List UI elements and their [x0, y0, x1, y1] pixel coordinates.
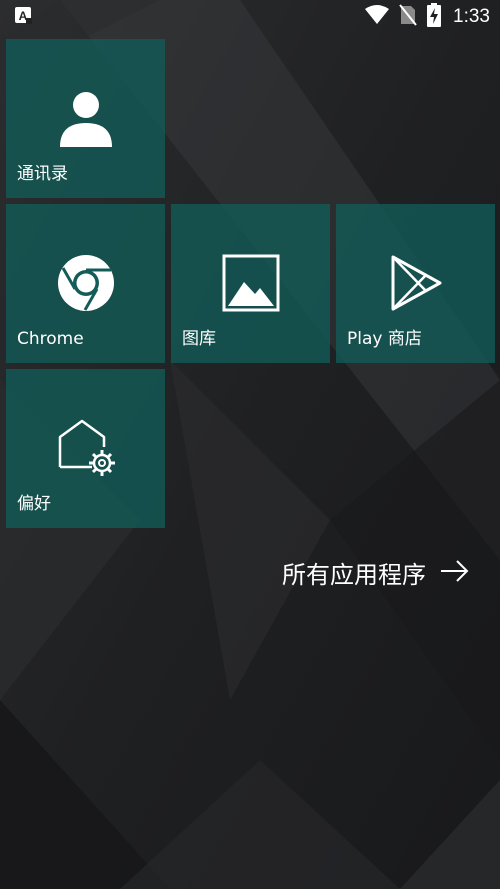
- tile-label: 图库: [182, 329, 216, 349]
- clock: 1:33: [453, 6, 490, 27]
- tile-gallery[interactable]: 图库: [171, 204, 330, 363]
- tile-contacts[interactable]: 通讯录: [6, 39, 165, 198]
- tile-label: Play 商店: [347, 329, 422, 349]
- arrow-right-icon: [440, 559, 470, 587]
- status-icons: 1:33: [365, 3, 490, 31]
- tile-label: Chrome: [17, 329, 84, 349]
- tile-play-store[interactable]: Play 商店: [336, 204, 495, 363]
- wifi-icon: [365, 5, 390, 29]
- tile-chrome[interactable]: Chrome: [6, 204, 165, 363]
- chrome-icon: [57, 254, 115, 316]
- battery-charging-icon: [427, 3, 442, 31]
- tile-label: 通讯录: [17, 164, 68, 184]
- house-settings-icon: [56, 419, 116, 481]
- no-sim-icon: [399, 4, 417, 30]
- tile-preferences[interactable]: 偏好: [6, 369, 165, 528]
- contact-person-icon: [58, 89, 114, 153]
- play-store-icon: [390, 254, 442, 316]
- gallery-picture-icon: [222, 254, 280, 316]
- tile-label: 偏好: [17, 494, 51, 514]
- accessibility-a-icon: A: [14, 6, 36, 28]
- all-apps-label: 所有应用程序: [282, 561, 426, 589]
- all-apps-button[interactable]: 所有应用程序: [282, 555, 470, 590]
- status-bar: A 1:33: [0, 0, 500, 34]
